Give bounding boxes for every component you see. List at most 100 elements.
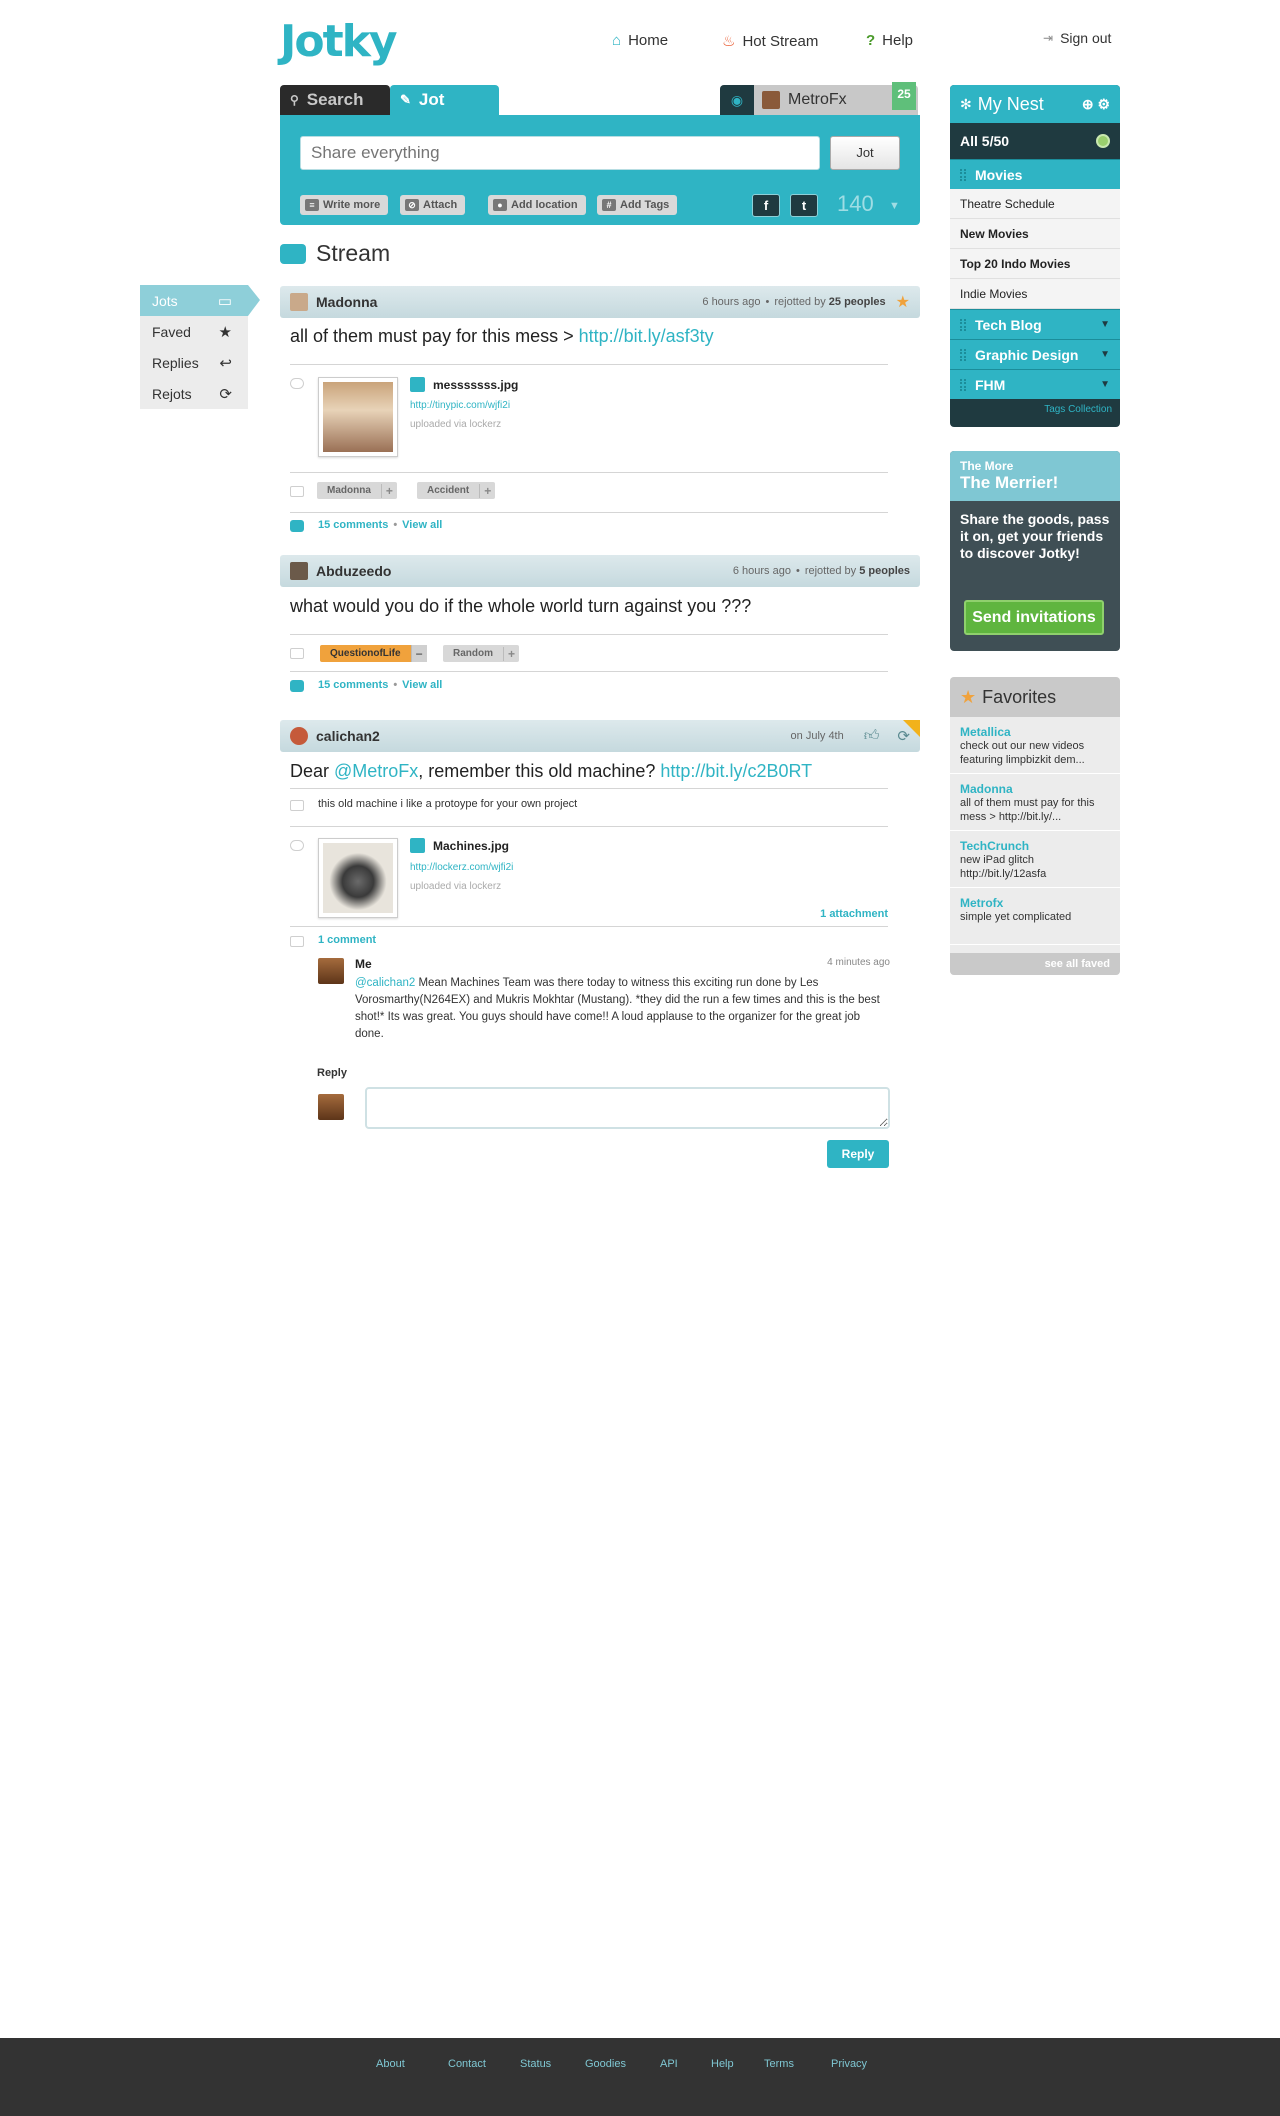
chevron-down-icon[interactable]: ▼ bbox=[1100, 319, 1110, 330]
jot-link[interactable]: http://bit.ly/c2B0RT bbox=[660, 761, 812, 781]
attachment-url[interactable]: http://lockerz.com/wjfi2i bbox=[410, 862, 513, 873]
nest-item[interactable]: Theatre Schedule bbox=[950, 189, 1120, 219]
footer-link-terms[interactable]: Terms bbox=[764, 2058, 794, 2070]
favorite-name[interactable]: Metrofx bbox=[960, 896, 1110, 910]
avatar[interactable] bbox=[318, 958, 344, 984]
nav-help[interactable]: ? Help bbox=[866, 32, 913, 49]
favorite-name[interactable]: Metallica bbox=[960, 725, 1110, 739]
tab-search[interactable]: ⚲ Search bbox=[280, 85, 390, 115]
jot-author[interactable]: Abduzeedo bbox=[316, 563, 733, 579]
tab-jot[interactable]: ✎ Jot bbox=[390, 85, 499, 115]
send-invitations-button[interactable]: Send invitations bbox=[964, 600, 1104, 635]
filter-faved[interactable]: Faved ★ bbox=[140, 316, 248, 347]
favorite-item[interactable]: Metallica check out our new videos featur… bbox=[950, 717, 1120, 774]
add-location-button[interactable]: ● Add location bbox=[488, 195, 586, 215]
rejotted-count[interactable]: 5 peoples bbox=[859, 565, 910, 577]
nest-item[interactable]: Top 20 Indo Movies bbox=[950, 249, 1120, 279]
filter-jots[interactable]: Jots ▭ bbox=[140, 285, 260, 316]
nav-sign-out[interactable]: ⇥ Sign out bbox=[1043, 30, 1111, 46]
notification-badge[interactable]: 25 bbox=[892, 82, 916, 110]
chevron-down-icon[interactable]: ▼ bbox=[889, 200, 900, 212]
add-tag-icon[interactable]: + bbox=[479, 483, 495, 498]
comments-count[interactable]: 15 comments bbox=[318, 679, 388, 691]
footer-link-goodies[interactable]: Goodies bbox=[585, 2058, 626, 2070]
rejotted-count[interactable]: 25 peoples bbox=[829, 296, 886, 308]
jot-link[interactable]: http://bit.ly/asf3ty bbox=[579, 326, 714, 346]
tag-chip[interactable]: Accident + bbox=[417, 482, 496, 499]
reply-input[interactable] bbox=[365, 1087, 890, 1129]
tag-chip[interactable]: Madonna + bbox=[317, 482, 397, 499]
filter-rejots[interactable]: Rejots ⟳ bbox=[140, 378, 248, 409]
nest-category-tech-blog[interactable]: Tech Blog ▼ bbox=[950, 309, 1120, 339]
jot-author[interactable]: calichan2 bbox=[316, 728, 791, 744]
tag-chip[interactable]: QuestionofLife − bbox=[320, 645, 427, 662]
attachment-thumbnail[interactable] bbox=[318, 377, 398, 457]
chevron-down-icon[interactable]: ▼ bbox=[1100, 349, 1110, 360]
jot-subtext: this old machine i like a protoype for y… bbox=[318, 798, 578, 810]
nest-category-movies[interactable]: Movies bbox=[950, 159, 1120, 189]
jot-button[interactable]: Jot bbox=[830, 136, 900, 170]
filter-replies[interactable]: Replies ↩ bbox=[140, 347, 248, 378]
favorite-item[interactable]: Madonna all of them must pay for this mes… bbox=[950, 774, 1120, 831]
nest-item[interactable]: Indie Movies bbox=[950, 279, 1120, 309]
avatar[interactable] bbox=[290, 293, 308, 311]
nest-category-graphic-design[interactable]: Graphic Design ▼ bbox=[950, 339, 1120, 369]
favorite-name[interactable]: TechCrunch bbox=[960, 839, 1110, 853]
favorite-item[interactable]: TechCrunch new iPad glitch http://bit.ly/… bbox=[950, 831, 1120, 888]
favorite-name[interactable]: Madonna bbox=[960, 782, 1110, 796]
nav-hot-stream[interactable]: ♨ Hot Stream bbox=[722, 32, 818, 51]
reply-button[interactable]: Reply bbox=[827, 1140, 889, 1168]
add-tags-button[interactable]: # Add Tags bbox=[597, 195, 678, 215]
facebook-share-button[interactable]: f bbox=[752, 194, 780, 217]
comment-mention[interactable]: @calichan2 bbox=[355, 977, 415, 989]
avatar[interactable] bbox=[290, 562, 308, 580]
jot-author[interactable]: Madonna bbox=[316, 294, 702, 310]
share-input[interactable] bbox=[300, 136, 820, 170]
nest-item[interactable]: New Movies bbox=[950, 219, 1120, 249]
attachment-name[interactable]: Machines.jpg bbox=[410, 838, 509, 853]
attachment-thumbnail[interactable] bbox=[318, 838, 398, 918]
drag-handle-icon[interactable] bbox=[960, 168, 966, 181]
comments-count[interactable]: 1 comment bbox=[318, 934, 376, 946]
comment-author[interactable]: Me bbox=[355, 957, 372, 971]
attachment-name[interactable]: messsssss.jpg bbox=[410, 377, 518, 392]
remove-tag-icon[interactable]: − bbox=[410, 645, 427, 662]
view-all-link[interactable]: View all bbox=[402, 679, 442, 691]
tag-label: Random bbox=[453, 648, 493, 659]
tag-chip[interactable]: Random + bbox=[443, 645, 520, 662]
comments-count[interactable]: 15 comments bbox=[318, 519, 388, 531]
footer-link-privacy[interactable]: Privacy bbox=[831, 2058, 867, 2070]
add-settings-icon[interactable]: ⊕ ⚙ bbox=[1082, 96, 1110, 113]
footer-link-help[interactable]: Help bbox=[711, 2058, 734, 2070]
footer-link-contact[interactable]: Contact bbox=[448, 2058, 486, 2070]
star-icon[interactable]: ★ bbox=[896, 292, 910, 312]
add-tag-icon[interactable]: + bbox=[380, 483, 397, 498]
thumbs-up-icon[interactable]: 👍︎ bbox=[864, 727, 880, 745]
invite-title: The Merrier! bbox=[960, 473, 1059, 492]
drag-handle-icon[interactable] bbox=[960, 378, 966, 391]
footer-link-status[interactable]: Status bbox=[520, 2058, 551, 2070]
add-tag-icon[interactable]: + bbox=[503, 646, 519, 661]
write-more-button[interactable]: ≡ Write more bbox=[300, 195, 389, 215]
view-all-link[interactable]: View all bbox=[402, 519, 442, 531]
drag-handle-icon[interactable] bbox=[960, 348, 966, 361]
nest-category-fhm[interactable]: FHM ▼ bbox=[950, 369, 1120, 399]
footer-link-api[interactable]: API bbox=[660, 2058, 678, 2070]
chevron-down-icon[interactable]: ▼ bbox=[1100, 379, 1110, 390]
invite-text: Share the goods, pass it on, get your fr… bbox=[960, 511, 1110, 561]
jot-mention[interactable]: @MetroFx bbox=[334, 761, 418, 781]
favorite-item[interactable]: Metrofx simple yet complicated bbox=[950, 888, 1120, 945]
attach-button[interactable]: ⊘ Attach bbox=[400, 195, 466, 215]
nest-all[interactable]: All 5/50 bbox=[950, 123, 1120, 159]
avatar[interactable] bbox=[290, 727, 308, 745]
see-all-faved-link[interactable]: see all faved bbox=[950, 953, 1120, 975]
attachment-url[interactable]: http://tinypic.com/wjfi2i bbox=[410, 400, 510, 411]
twitter-share-button[interactable]: t bbox=[790, 194, 818, 217]
tags-collection-link[interactable]: Tags Collection bbox=[950, 399, 1120, 421]
footer-link-about[interactable]: About bbox=[376, 2058, 405, 2070]
drag-handle-icon[interactable] bbox=[960, 318, 966, 331]
attachment-count[interactable]: 1 attachment bbox=[790, 908, 888, 920]
jotky-logo[interactable]: Jotky bbox=[280, 16, 398, 67]
tab-user[interactable]: ◉ MetroFx bbox=[720, 85, 918, 115]
nav-home[interactable]: ⌂ Home bbox=[612, 32, 668, 49]
